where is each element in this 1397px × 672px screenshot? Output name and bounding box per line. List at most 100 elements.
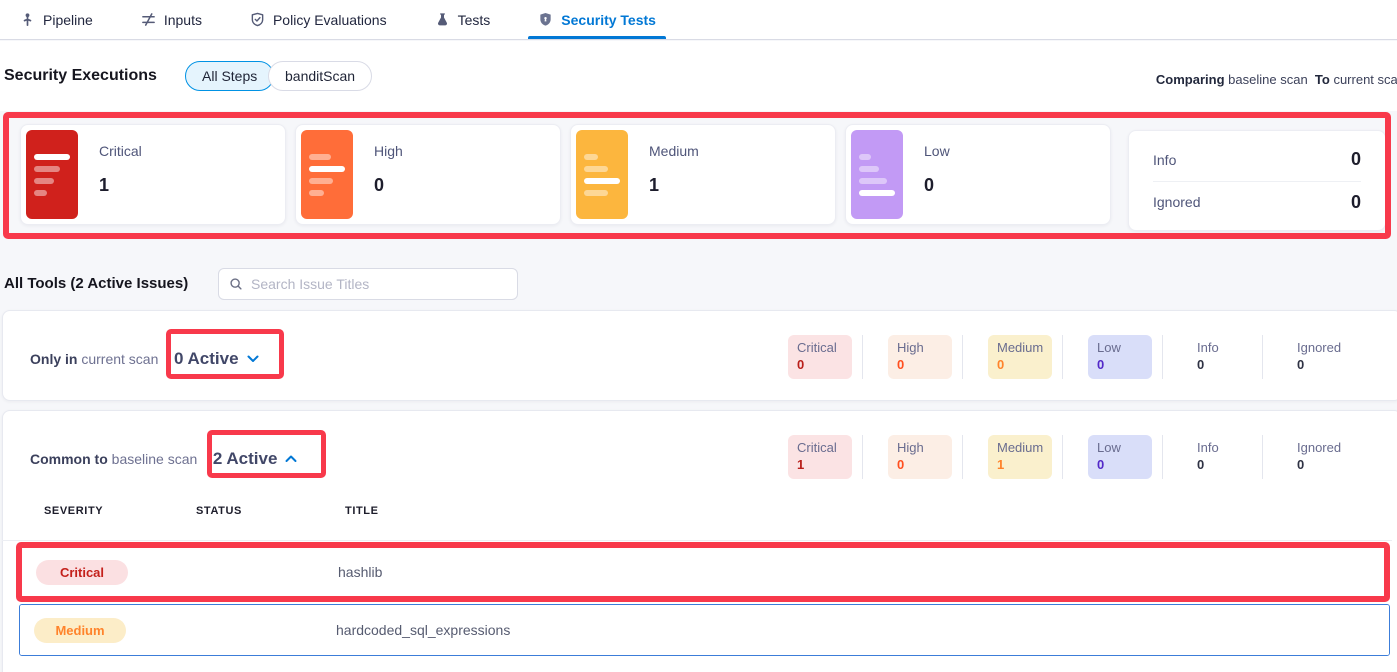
chip-ignored: Ignored 0 — [1288, 435, 1352, 479]
tab-pipeline[interactable]: Pipeline — [18, 0, 95, 39]
severity-badge: Medium — [34, 618, 126, 643]
chip-critical: Critical 1 — [788, 435, 852, 479]
chevron-up-icon — [285, 455, 297, 463]
section-scope: current scan — [81, 351, 158, 367]
chip-low: Low 0 — [1088, 435, 1152, 479]
chip-label: Ignored — [1297, 440, 1343, 455]
chevron-down-icon — [247, 355, 259, 363]
ignored-count: 0 — [1351, 192, 1361, 213]
baseline-scan-label[interactable]: baseline scan — [1228, 72, 1308, 87]
issue-row-hardcoded-sql-expressions[interactable]: Medium hardcoded_sql_expressions — [19, 604, 1390, 656]
search-input[interactable] — [251, 276, 507, 292]
annotation-box-critical-row: Critical hashlib — [16, 542, 1390, 602]
ignored-row: Ignored 0 — [1153, 181, 1361, 223]
severity-label: High — [374, 143, 403, 159]
chip-count: 1 — [997, 457, 1043, 472]
tab-inputs[interactable]: Inputs — [139, 0, 204, 39]
chip-label: High — [897, 440, 943, 455]
severity-count: 0 — [924, 175, 950, 196]
issue-title: hashlib — [338, 564, 382, 580]
chip-count: 0 — [897, 457, 943, 472]
chip-count: 0 — [1097, 357, 1143, 372]
search-icon — [229, 277, 243, 291]
filter-banditscan[interactable]: banditScan — [268, 61, 372, 91]
info-count: 0 — [1351, 149, 1361, 170]
pipeline-icon — [20, 12, 35, 27]
tab-security-tests[interactable]: Security Tests — [536, 0, 658, 39]
chip-low: Low 0 — [1088, 335, 1152, 379]
issues-table-header: SEVERITY STATUS TITLE — [2, 505, 1392, 517]
section-prefix: Common to — [30, 451, 108, 467]
critical-severity-icon — [26, 130, 78, 219]
chip-medium: Medium 0 — [988, 335, 1052, 379]
active-count-toggle[interactable]: 2 Active — [213, 449, 298, 469]
active-count-toggle[interactable]: 0 Active — [174, 349, 259, 369]
chip-label: Ignored — [1297, 340, 1343, 355]
table-header-divider — [2, 540, 1392, 541]
filter-label: banditScan — [285, 68, 355, 84]
tab-policy-evaluations[interactable]: Policy Evaluations — [248, 0, 389, 39]
chip-count: 0 — [997, 357, 1043, 372]
severity-summary-row: Critical 1 High 0 Medium 1 — [20, 124, 1120, 225]
section-scope: baseline scan — [112, 451, 198, 467]
info-row: Info 0 — [1153, 139, 1361, 181]
chip-label: High — [897, 340, 943, 355]
only-in-current-scan-label: Only in current scan 0 Active — [30, 349, 259, 369]
column-status: STATUS — [196, 505, 345, 517]
chip-critical: Critical 0 — [788, 335, 852, 379]
shield-check-icon — [250, 12, 265, 27]
tab-label: Inputs — [164, 12, 202, 28]
ignored-label: Ignored — [1153, 194, 1200, 210]
issue-title: hardcoded_sql_expressions — [336, 622, 510, 638]
chip-count: 0 — [1197, 357, 1243, 372]
tab-label: Tests — [458, 12, 491, 28]
severity-count: 0 — [374, 175, 403, 196]
security-executions-header: Security Executions All Steps banditScan… — [0, 41, 1397, 111]
chip-high: High 0 — [888, 335, 952, 379]
tab-label: Policy Evaluations — [273, 12, 387, 28]
section-prefix: Only in — [30, 351, 77, 367]
chip-high: High 0 — [888, 435, 952, 479]
chip-label: Medium — [997, 440, 1043, 455]
current-scan-label[interactable]: current scan — [1333, 72, 1397, 87]
severity-count: 1 — [99, 175, 142, 196]
chip-label: Low — [1097, 340, 1143, 355]
chip-label: Medium — [997, 340, 1043, 355]
chip-count: 1 — [797, 457, 843, 472]
summary-card-medium: Medium 1 — [570, 124, 836, 225]
comparing-label: Comparing — [1156, 72, 1225, 87]
severity-chips-current-scan: Critical 0 High 0 Medium 0 Low 0 Info 0 … — [788, 335, 1388, 379]
filter-all-steps[interactable]: All Steps — [185, 61, 274, 91]
chip-ignored: Ignored 0 — [1288, 335, 1352, 379]
tab-label: Pipeline — [43, 12, 93, 28]
chip-info: Info 0 — [1188, 435, 1252, 479]
summary-card-info-ignored: Info 0 Ignored 0 — [1128, 130, 1386, 231]
summary-card-critical: Critical 1 — [20, 124, 286, 225]
chip-count: 0 — [797, 357, 843, 372]
chip-label: Info — [1197, 440, 1243, 455]
issue-row-hashlib[interactable]: Critical hashlib — [22, 548, 1384, 596]
page-title: Security Executions — [4, 67, 157, 85]
column-severity: SEVERITY — [2, 505, 196, 517]
column-title: TITLE — [345, 505, 379, 517]
chip-label: Critical — [797, 440, 843, 455]
tab-tests[interactable]: Tests — [433, 0, 493, 39]
chip-count: 0 — [1097, 457, 1143, 472]
chip-info: Info 0 — [1188, 335, 1252, 379]
chip-label: Info — [1197, 340, 1243, 355]
severity-label: Critical — [99, 143, 142, 159]
all-tools-title: All Tools (2 Active Issues) — [4, 275, 188, 292]
inputs-icon — [141, 12, 156, 27]
flask-icon — [435, 12, 450, 27]
chip-medium: Medium 1 — [988, 435, 1052, 479]
chip-label: Critical — [797, 340, 843, 355]
filter-label: All Steps — [202, 68, 257, 84]
chip-count: 0 — [897, 357, 943, 372]
severity-chips-baseline-scan: Critical 1 High 0 Medium 1 Low 0 Info 0 … — [788, 435, 1388, 479]
search-box — [218, 268, 518, 300]
chip-count: 0 — [1297, 357, 1343, 372]
low-severity-icon — [851, 130, 903, 219]
chip-label: Low — [1097, 440, 1143, 455]
severity-count: 1 — [649, 175, 699, 196]
summary-card-low: Low 0 — [845, 124, 1111, 225]
